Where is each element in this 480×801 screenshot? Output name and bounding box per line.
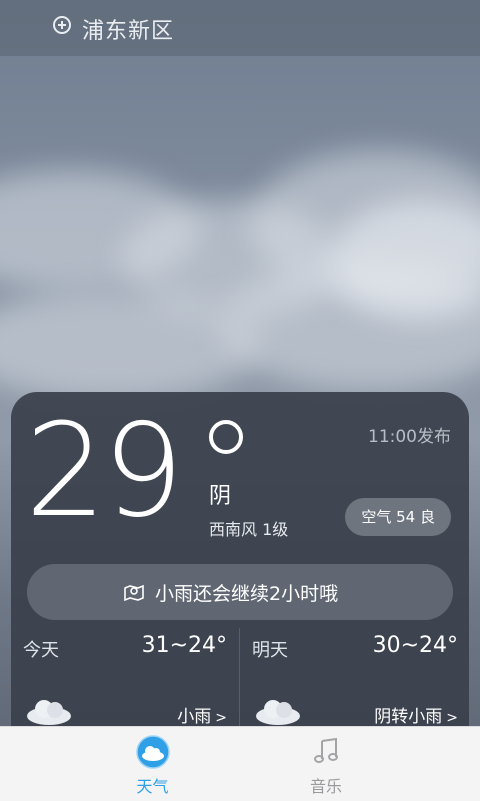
weather-cloud-icon: [136, 735, 170, 769]
chevron-right-icon: >: [446, 710, 458, 726]
wind-info: 西南风 1级: [209, 520, 289, 539]
publish-time: 11:00发布: [368, 427, 451, 447]
rain-alert-text: 小雨还会继续2小时哦: [155, 583, 339, 605]
forecast-day-label: 今天: [23, 640, 59, 661]
tab-music[interactable]: 音乐: [206, 727, 446, 801]
rain-alert-banner[interactable]: 小雨还会继续2小时哦: [27, 564, 453, 620]
forecast-condition: 小雨 >: [177, 707, 227, 727]
location-name[interactable]: 浦东新区: [82, 13, 174, 45]
music-note-icon: [314, 737, 338, 763]
current-condition: 阴: [209, 484, 232, 509]
forecast-temp: 31~24°: [141, 633, 227, 658]
air-quality-button[interactable]: 空气 54 良: [345, 498, 451, 536]
chevron-right-icon: >: [215, 710, 227, 726]
current-temperature: 29: [25, 397, 184, 546]
degree-symbol: [209, 420, 243, 454]
bottom-tab-bar: 天气 音乐: [0, 726, 480, 801]
forecast-day-label: 明天: [252, 640, 288, 661]
forecast-temp: 30~24°: [372, 633, 458, 658]
weather-card: 29 阴 西南风 1级 11:00发布 空气 54 良 小雨还会继续2小时哦 今…: [11, 392, 469, 732]
map-pin-icon: [124, 584, 144, 602]
forecast-today[interactable]: 今天 31~24° 小雨 >: [11, 628, 239, 732]
cloud-icon: [27, 700, 71, 725]
forecast-condition: 阴转小雨 >: [374, 707, 458, 727]
cloud-icon: [256, 700, 300, 725]
tab-music-label: 音乐: [309, 777, 342, 796]
forecast-tomorrow[interactable]: 明天 30~24° 阴转小雨 >: [239, 628, 469, 732]
top-bar: 浦东新区: [0, 0, 480, 56]
add-location-icon[interactable]: [53, 16, 71, 34]
